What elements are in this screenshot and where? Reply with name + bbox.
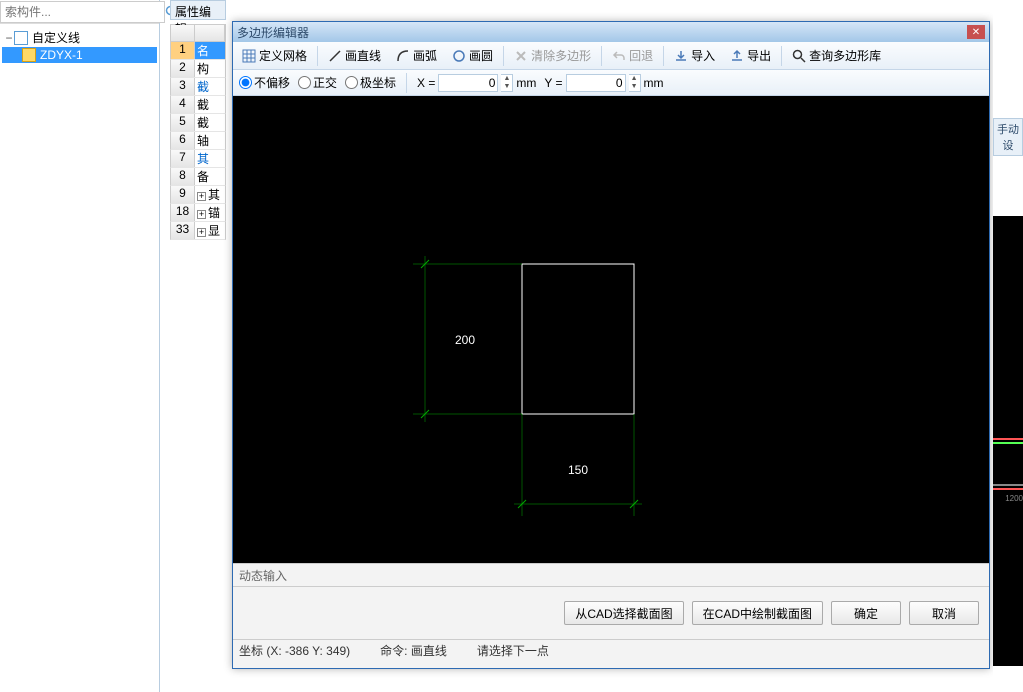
select-cad-button[interactable]: 从CAD选择截面图: [564, 601, 683, 625]
grid-header-num: [171, 25, 195, 41]
item-icon: [22, 48, 36, 62]
import-icon: [674, 49, 688, 63]
table-row[interactable]: 3截: [170, 78, 226, 96]
expand-icon[interactable]: +: [197, 210, 206, 219]
property-title: 属性编辑: [170, 0, 226, 20]
spin-down-icon[interactable]: ▼: [629, 83, 640, 91]
canvas[interactable]: 200 150: [233, 96, 989, 563]
undo-button[interactable]: 回退: [605, 44, 660, 67]
search-row: [0, 0, 159, 24]
x-coord: X = ▲ ▼ mm: [417, 74, 536, 92]
expand-icon[interactable]: +: [197, 192, 206, 201]
clear-icon: [514, 49, 528, 63]
dialog-titlebar[interactable]: 多边形编辑器 ✕: [233, 22, 989, 42]
table-row[interactable]: 33+显: [170, 222, 226, 240]
line-button[interactable]: 画直线: [321, 44, 388, 67]
collapse-icon[interactable]: −: [4, 31, 14, 45]
spin-up-icon[interactable]: ▲: [629, 75, 640, 83]
dynamic-input[interactable]: [239, 568, 983, 582]
export-icon: [730, 49, 744, 63]
export-button[interactable]: 导出: [723, 44, 778, 67]
tree-child-label: ZDYX-1: [40, 48, 83, 62]
spin-down-icon[interactable]: ▼: [501, 83, 512, 91]
ok-button[interactable]: 确定: [831, 601, 901, 625]
polar-radio[interactable]: 极坐标: [345, 74, 396, 91]
spin-up-icon[interactable]: ▲: [501, 75, 512, 83]
svg-text:150: 150: [568, 463, 588, 477]
table-row[interactable]: 4截: [170, 96, 226, 114]
table-row[interactable]: 9+其: [170, 186, 226, 204]
status-cmd: 命令: 画直线: [380, 642, 447, 659]
query-button[interactable]: 查询多边形库: [785, 44, 888, 67]
search-icon: [792, 49, 806, 63]
clear-button[interactable]: 清除多边形: [507, 44, 598, 67]
cancel-button[interactable]: 取消: [909, 601, 979, 625]
import-button[interactable]: 导入: [667, 44, 722, 67]
line-icon: [328, 49, 342, 63]
draw-cad-button[interactable]: 在CAD中绘制截面图: [692, 601, 823, 625]
polygon-editor-dialog: 多边形编辑器 ✕ 定义网格 画直线 画弧 画圆: [232, 21, 990, 669]
drawing-svg: 200 150: [233, 96, 989, 563]
grid-button[interactable]: 定义网格: [235, 44, 314, 67]
expand-icon[interactable]: +: [197, 228, 206, 237]
tree-root[interactable]: − 自定义线: [2, 28, 157, 47]
toolbar: 定义网格 画直线 画弧 画圆 清除多边形: [233, 42, 989, 70]
right-edge-panel: 手动设 1200: [993, 0, 1023, 692]
y-coord: Y = ▲ ▼ mm: [544, 74, 663, 92]
arc-icon: [396, 49, 410, 63]
folder-icon: [14, 31, 28, 45]
table-row[interactable]: 7其: [170, 150, 226, 168]
grid-header-label: [195, 25, 225, 41]
search-input[interactable]: [0, 1, 165, 23]
tree: − 自定义线 ZDYX-1: [0, 24, 159, 67]
tree-child[interactable]: ZDYX-1: [2, 47, 157, 63]
right-edge-label: 手动设: [993, 118, 1023, 156]
ortho-radio[interactable]: 正交: [298, 74, 337, 91]
table-row[interactable]: 1名: [170, 42, 226, 60]
table-row[interactable]: 18+锚: [170, 204, 226, 222]
circle-button[interactable]: 画圆: [445, 44, 500, 67]
right-dark-area: 1200: [993, 216, 1023, 666]
property-panel: 属性编辑 1名2构3截4截5截6轴7其8备9+其18+锚33+显: [170, 0, 226, 692]
x-input[interactable]: [438, 74, 498, 92]
tree-root-label: 自定义线: [32, 29, 80, 46]
svg-text:200: 200: [455, 333, 475, 347]
arc-button[interactable]: 画弧: [389, 44, 444, 67]
status-prompt: 请选择下一点: [477, 642, 549, 659]
x-spinner[interactable]: ▲ ▼: [501, 74, 513, 92]
undo-icon: [612, 49, 626, 63]
left-sidebar: − 自定义线 ZDYX-1: [0, 0, 160, 692]
grid-header: [170, 24, 226, 42]
dynamic-input-row: [233, 563, 989, 587]
property-grid: 1名2构3截4截5截6轴7其8备9+其18+锚33+显: [170, 24, 226, 240]
table-row[interactable]: 5截: [170, 114, 226, 132]
grid-icon: [242, 49, 256, 63]
status-bar: 坐标 (X: -386 Y: 349) 命令: 画直线 请选择下一点: [233, 639, 989, 661]
close-button[interactable]: ✕: [967, 25, 985, 39]
no-offset-radio[interactable]: 不偏移: [239, 74, 290, 91]
y-spinner[interactable]: ▲ ▼: [629, 74, 641, 92]
table-row[interactable]: 8备: [170, 168, 226, 186]
status-coord: 坐标 (X: -386 Y: 349): [239, 642, 350, 659]
y-input[interactable]: [566, 74, 626, 92]
table-row[interactable]: 6轴: [170, 132, 226, 150]
circle-icon: [452, 49, 466, 63]
table-row[interactable]: 2构: [170, 60, 226, 78]
dialog-title-text: 多边形编辑器: [237, 24, 967, 41]
button-row: 从CAD选择截面图 在CAD中绘制截面图 确定 取消: [233, 587, 989, 639]
options-bar: 不偏移 正交 极坐标 X = ▲ ▼ mm Y = ▲ ▼ mm: [233, 70, 989, 96]
